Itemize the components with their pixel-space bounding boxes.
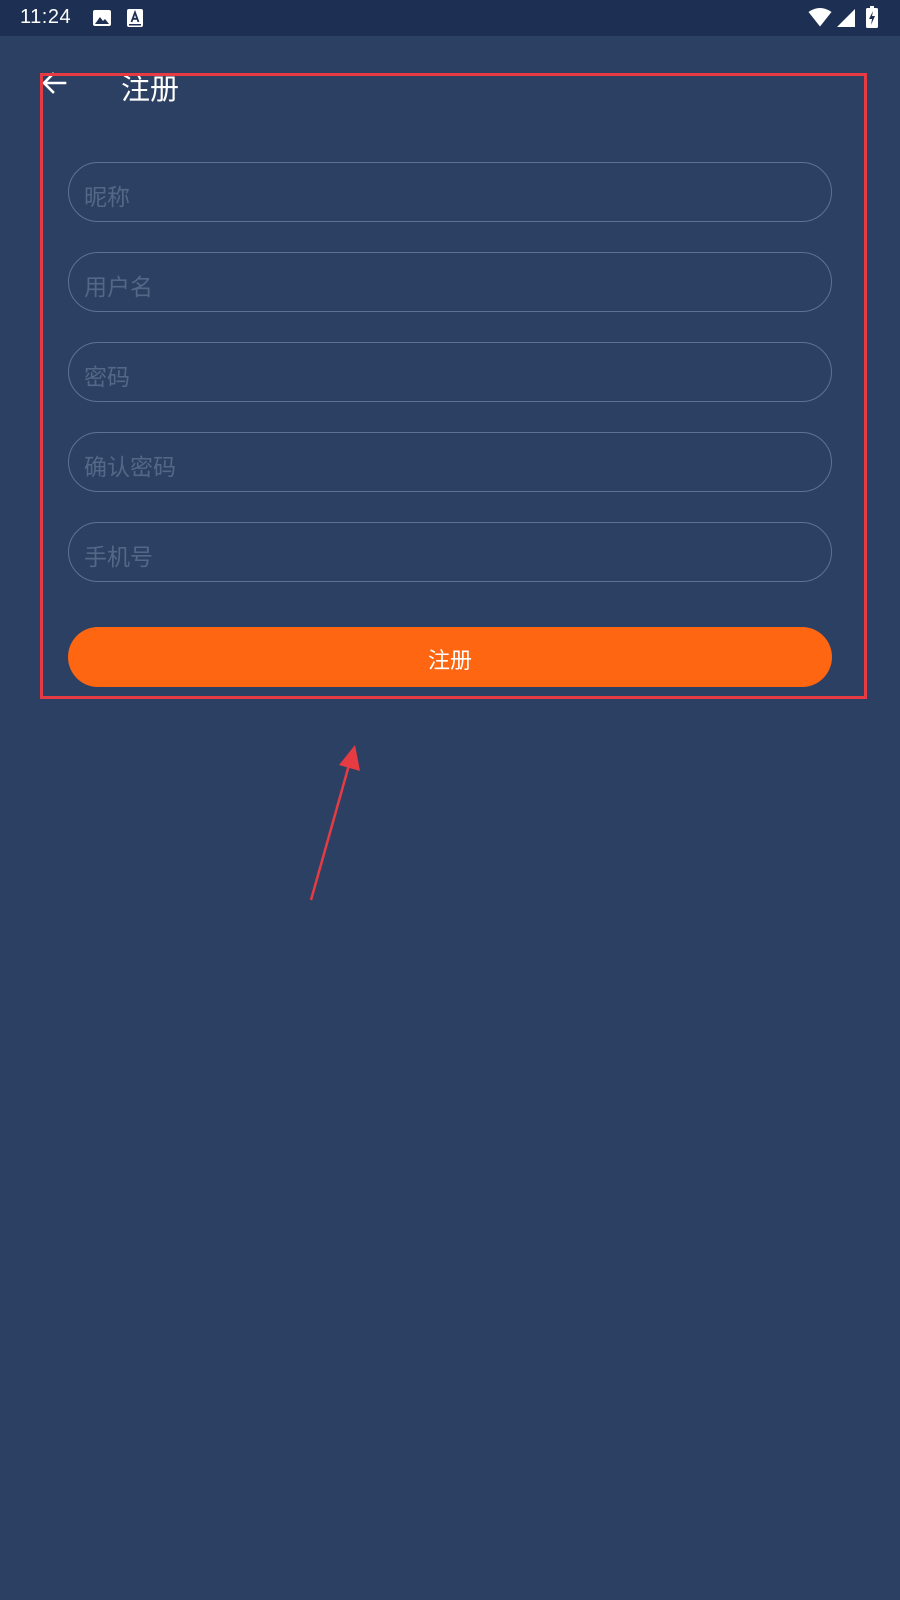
password-field[interactable]: 密码 bbox=[68, 342, 832, 402]
status-time: 11:24 bbox=[20, 6, 72, 28]
password-placeholder: 密码 bbox=[84, 365, 130, 391]
nickname-placeholder: 昵称 bbox=[84, 185, 130, 211]
status-bar: 11:24 bbox=[0, 0, 900, 36]
confirm-password-field[interactable]: 确认密码 bbox=[68, 432, 832, 492]
username-field[interactable]: 用户名 bbox=[68, 252, 832, 312]
nickname-field[interactable]: 昵称 bbox=[68, 162, 832, 222]
confirm-password-placeholder: 确认密码 bbox=[84, 455, 176, 481]
image-icon bbox=[92, 8, 112, 28]
wifi-icon bbox=[808, 8, 832, 28]
register-button[interactable]: 注册 bbox=[68, 627, 832, 687]
annotation-arrow bbox=[309, 745, 360, 901]
username-placeholder: 用户名 bbox=[84, 275, 153, 301]
phone-field[interactable]: 手机号 bbox=[68, 522, 832, 582]
battery-charging-icon bbox=[866, 6, 878, 30]
page-title: 注册 bbox=[121, 72, 180, 106]
arrow-left-icon bbox=[42, 72, 67, 94]
back-button[interactable] bbox=[40, 68, 70, 98]
register-button-label: 注册 bbox=[427, 649, 472, 674]
phone-placeholder: 手机号 bbox=[84, 545, 153, 571]
signal-icon bbox=[836, 8, 856, 28]
keyboard-a-icon bbox=[125, 8, 145, 28]
